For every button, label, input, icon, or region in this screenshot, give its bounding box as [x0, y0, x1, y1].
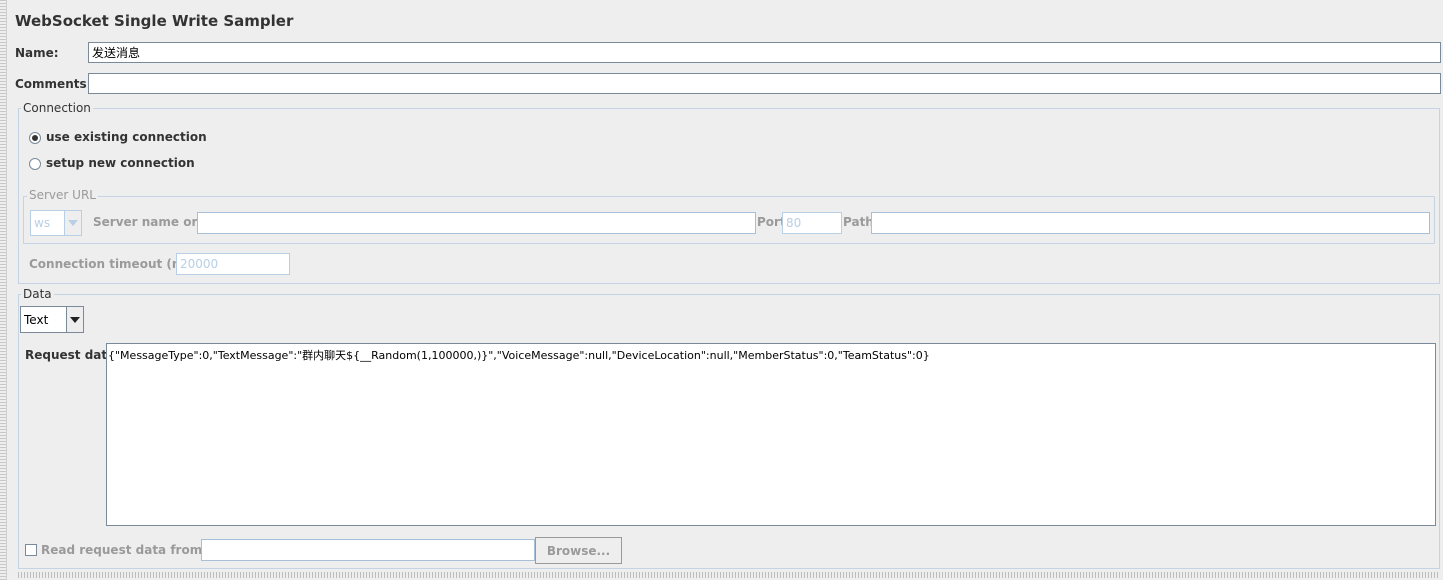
- protocol-dropdown-button[interactable]: [64, 211, 81, 235]
- name-label: Name:: [15, 46, 59, 60]
- data-group-title: Data: [21, 287, 54, 301]
- chevron-down-icon: [70, 316, 80, 323]
- setup-new-connection-label[interactable]: setup new connection: [46, 156, 195, 170]
- protocol-dropdown[interactable]: ws: [30, 210, 82, 236]
- connection-timeout-input[interactable]: 20000: [176, 253, 290, 275]
- read-from-file-checkbox[interactable]: [25, 544, 37, 556]
- file-path-input[interactable]: [201, 539, 535, 561]
- data-type-value: Text: [24, 312, 49, 327]
- sampler-panel: WebSocket Single Write Sampler Name: 发送消…: [0, 0, 1443, 580]
- path-input[interactable]: [871, 212, 1430, 234]
- name-input[interactable]: 发送消息: [88, 42, 1441, 63]
- setup-new-connection-radio[interactable]: [29, 158, 41, 170]
- data-type-dropdown[interactable]: Text: [20, 306, 84, 333]
- port-placeholder: 80: [786, 216, 802, 230]
- comments-label: Comments:: [15, 77, 92, 91]
- panel-title: WebSocket Single Write Sampler: [15, 12, 294, 30]
- use-existing-connection-radio[interactable]: [29, 132, 41, 144]
- use-existing-connection-label[interactable]: use existing connection: [46, 130, 207, 144]
- name-input-value: 发送消息: [92, 46, 141, 60]
- connection-timeout-placeholder: 20000: [180, 257, 219, 271]
- server-url-group-title: Server URL: [27, 188, 98, 202]
- chevron-down-icon: [68, 220, 78, 226]
- splitter-handle-bottom[interactable]: [18, 572, 1438, 578]
- connection-group-title: Connection: [21, 101, 93, 115]
- comments-input[interactable]: [88, 73, 1441, 94]
- splitter-handle-left[interactable]: [0, 0, 7, 580]
- server-name-input[interactable]: [197, 212, 756, 234]
- protocol-value: ws: [34, 216, 51, 230]
- port-input[interactable]: 80: [782, 212, 842, 234]
- data-type-dropdown-button[interactable]: [66, 307, 83, 332]
- browse-button[interactable]: Browse...: [535, 537, 622, 564]
- request-data-textarea[interactable]: {"MessageType":0,"TextMessage":"群内聊天${__…: [106, 343, 1436, 526]
